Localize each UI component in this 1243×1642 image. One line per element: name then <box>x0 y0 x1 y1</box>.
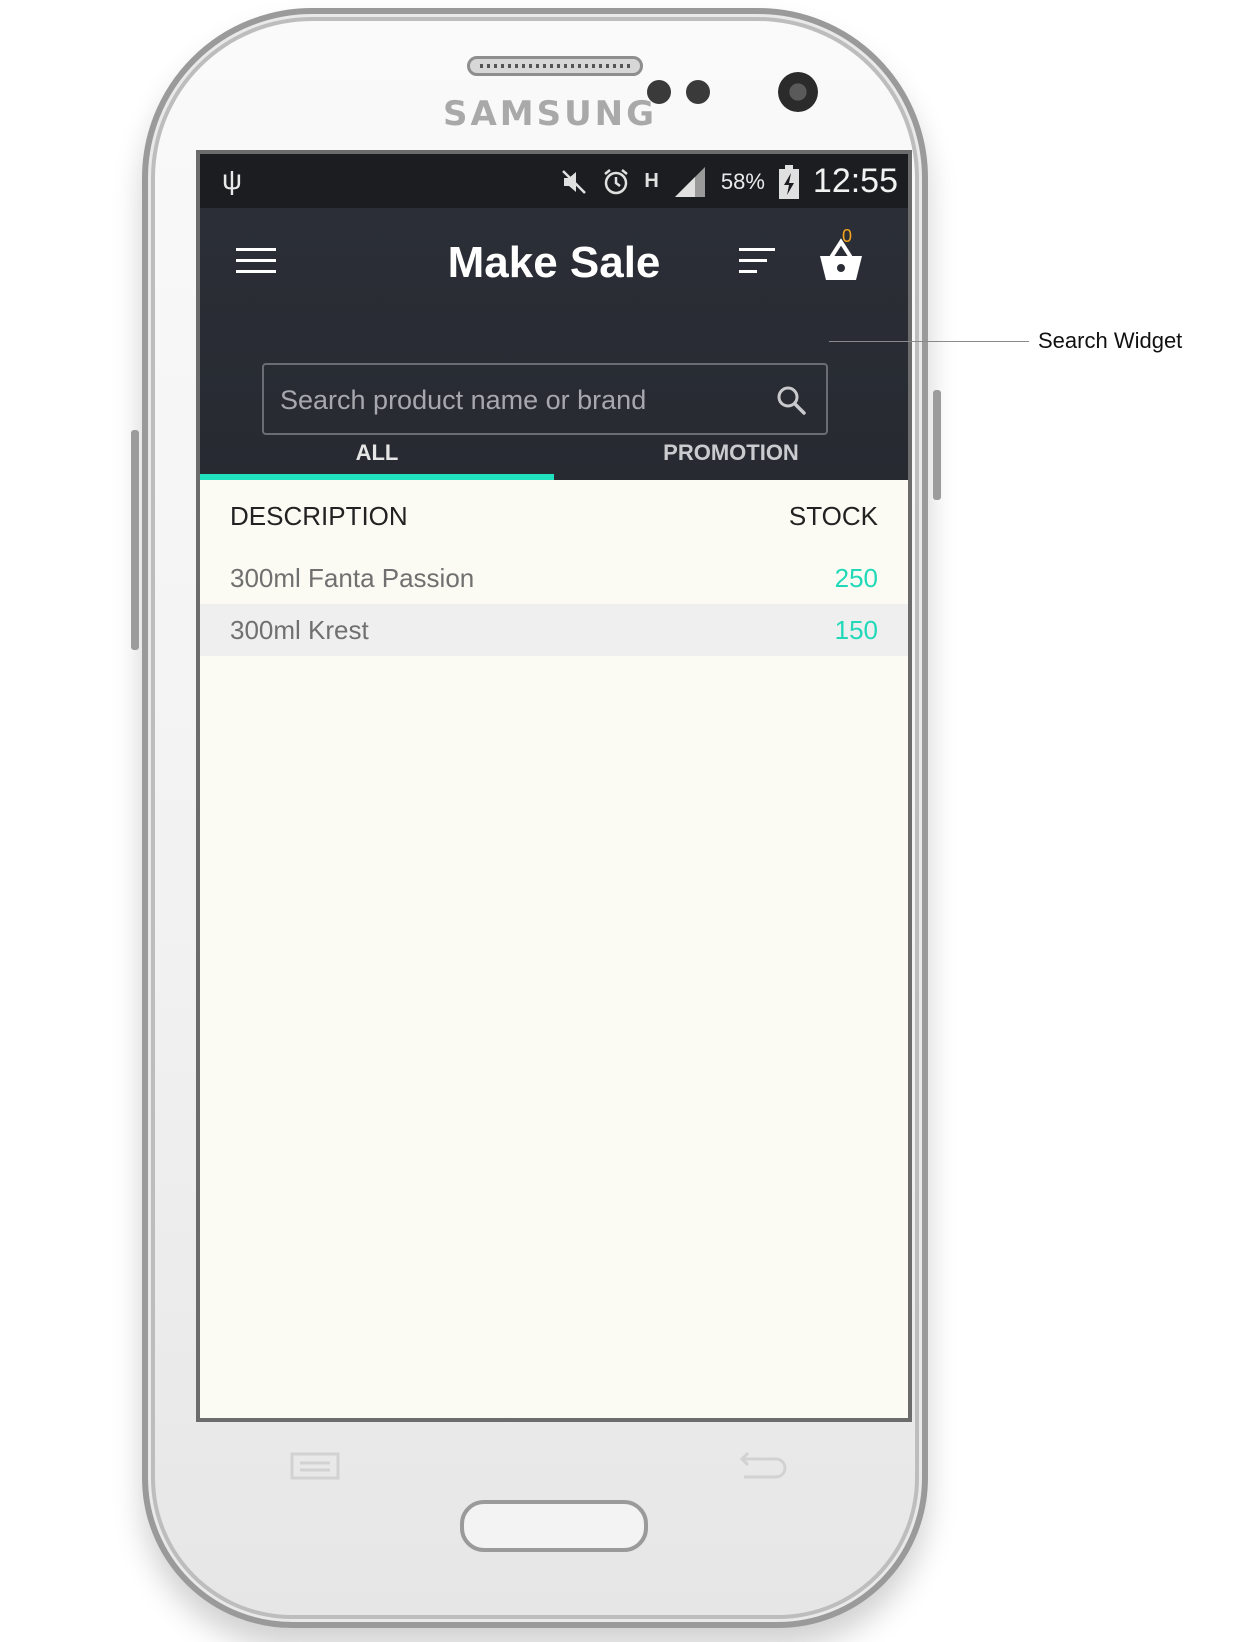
search-widget[interactable] <box>262 363 828 435</box>
product-stock: 250 <box>834 562 878 593</box>
basket-icon[interactable] <box>816 236 866 286</box>
list-item[interactable]: 300ml Krest 150 <box>200 604 908 656</box>
tab-bar: ALL PROMOTION <box>200 438 908 480</box>
search-icon[interactable] <box>774 383 808 417</box>
light-sensor <box>686 80 710 104</box>
product-description: 300ml Fanta Passion <box>230 562 475 593</box>
app-bar: Make Sale 0 ALL PROMOTION <box>200 208 908 480</box>
column-header-stock: STOCK <box>788 500 878 531</box>
page-title: Make Sale <box>447 238 661 287</box>
battery-percent: 58% <box>720 168 765 194</box>
sort-icon[interactable] <box>739 248 779 278</box>
back-key-icon[interactable] <box>738 1447 788 1481</box>
home-button[interactable] <box>460 1500 648 1552</box>
product-stock: 150 <box>834 614 878 645</box>
cart-count-badge: 0 <box>842 226 853 246</box>
brand-logo: SAMSUNG <box>442 94 658 134</box>
screen: ψ H 58% 12:55 Make Sale 0 Search product… <box>196 150 912 1422</box>
front-camera <box>778 72 818 112</box>
volume-button <box>131 430 139 650</box>
tab-label: PROMOTION <box>663 440 799 465</box>
tab-all[interactable]: ALL <box>200 438 554 480</box>
product-list: DESCRIPTION STOCK 300ml Fanta Passion 25… <box>200 480 908 656</box>
battery-charging-icon <box>778 164 799 199</box>
product-description: 300ml Krest <box>230 614 369 645</box>
search-input[interactable] <box>278 365 762 435</box>
list-header: DESCRIPTION STOCK <box>200 480 908 552</box>
mute-icon <box>562 169 587 194</box>
usb-icon: ψ <box>222 164 242 195</box>
earpiece-speaker <box>467 56 643 76</box>
recent-apps-key-icon[interactable] <box>290 1452 340 1480</box>
tab-promotion[interactable]: PROMOTION <box>554 438 908 480</box>
column-header-description: DESCRIPTION <box>230 500 408 531</box>
annotation-label: Search Widget <box>1038 328 1183 353</box>
power-button <box>933 390 941 500</box>
list-item[interactable]: 300ml Fanta Passion 250 <box>200 552 908 604</box>
status-bar: ψ H 58% 12:55 <box>200 154 908 208</box>
clock: 12:55 <box>812 162 898 200</box>
signal-icon <box>674 166 705 197</box>
alarm-icon <box>604 168 629 194</box>
tab-label: ALL <box>355 440 399 465</box>
annotation-leader-line <box>829 341 1029 342</box>
network-type-icon: H <box>644 170 659 192</box>
